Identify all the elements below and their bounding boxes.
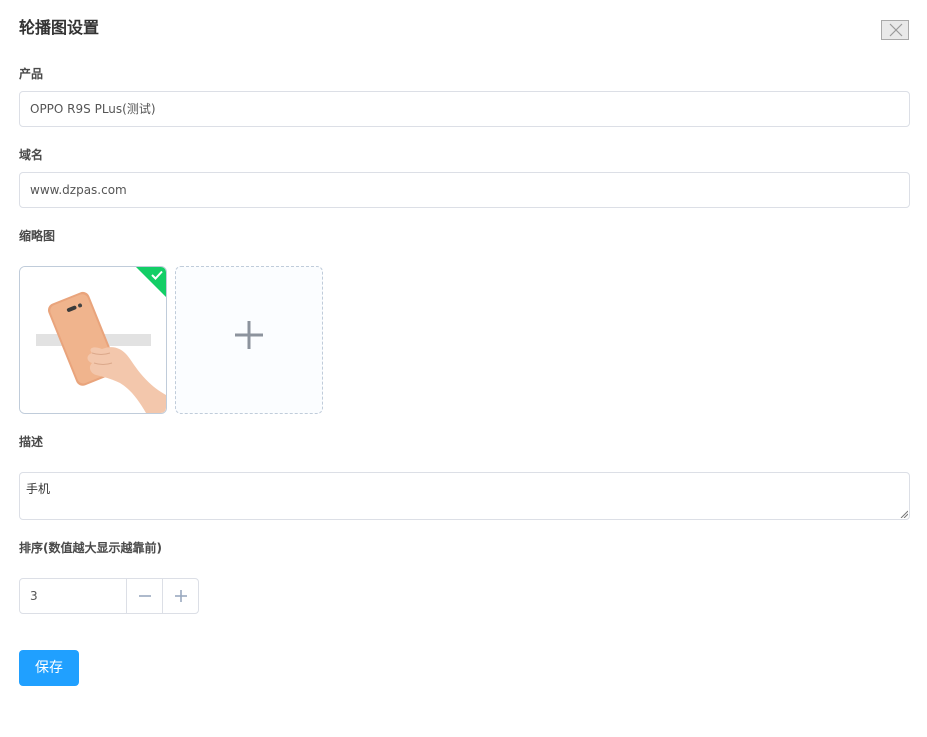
increase-button[interactable] [162, 579, 198, 613]
thumbnail-image[interactable] [19, 266, 167, 414]
domain-input[interactable]: www.dzpas.com [19, 172, 910, 208]
description-label: 描述 [19, 435, 44, 449]
description-textarea[interactable]: 手机 [19, 472, 910, 520]
minus-icon [139, 595, 151, 597]
product-label: 产品 [19, 67, 44, 81]
order-input[interactable]: 3 [30, 579, 38, 613]
domain-label: 域名 [19, 148, 44, 162]
upload-button[interactable] [175, 266, 323, 414]
order-label: 排序(数值越大显示越靠前) [19, 541, 162, 555]
close-icon [889, 23, 903, 37]
check-icon [151, 270, 163, 280]
save-button[interactable]: 保存 [19, 650, 79, 686]
order-stepper: 3 [19, 578, 199, 614]
carousel-settings-dialog: 轮播图设置 产品 OPPO R9S PLus(测试) 域名 www.dzpas.… [0, 0, 927, 737]
close-button[interactable] [881, 20, 909, 40]
plus-icon [235, 321, 263, 349]
decrease-button[interactable] [126, 579, 162, 613]
dialog-title: 轮播图设置 [19, 18, 100, 37]
thumbnail-label: 缩略图 [19, 229, 56, 243]
description-text: 手机 [26, 482, 51, 496]
plus-icon [175, 590, 187, 602]
resize-grip-icon[interactable] [900, 510, 908, 518]
product-input[interactable]: OPPO R9S PLus(测试) [19, 91, 910, 127]
